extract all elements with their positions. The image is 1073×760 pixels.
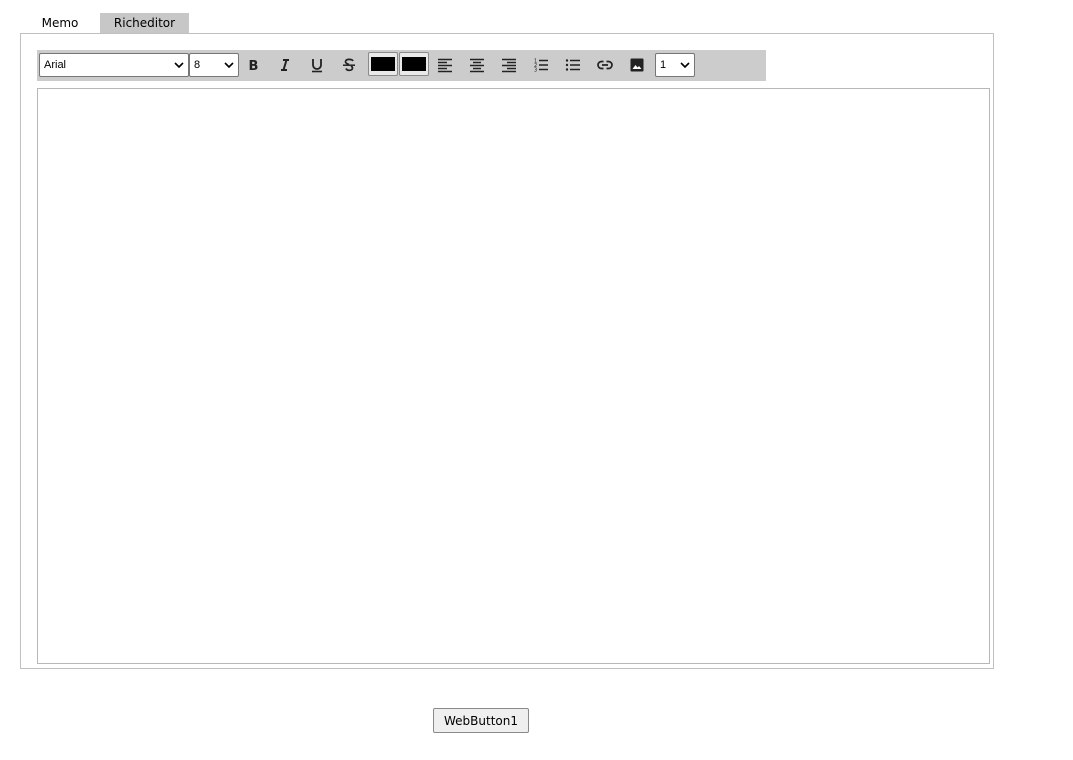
heading-level-select[interactable]: 1 bbox=[655, 53, 695, 77]
italic-icon bbox=[281, 59, 289, 71]
image-button[interactable] bbox=[624, 53, 650, 77]
ordered-list-button[interactable]: 123 bbox=[528, 53, 554, 77]
chevron-down-icon bbox=[224, 62, 234, 69]
text-color-swatch bbox=[371, 57, 395, 71]
font-size-value: 8 bbox=[194, 59, 201, 71]
strikethrough-button[interactable] bbox=[336, 53, 362, 77]
editor-toolbar: Arial 8 B 123 1 bbox=[37, 50, 766, 81]
align-right-icon bbox=[502, 58, 516, 73]
italic-button[interactable] bbox=[272, 53, 298, 77]
unordered-list-button[interactable] bbox=[560, 53, 586, 77]
heading-level-value: 1 bbox=[660, 59, 667, 71]
image-icon bbox=[630, 58, 644, 72]
tab-richeditor[interactable]: Richeditor bbox=[100, 13, 189, 34]
web-button-1[interactable]: WebButton1 bbox=[433, 708, 529, 733]
bold-icon: B bbox=[249, 59, 259, 73]
underline-button[interactable] bbox=[304, 53, 330, 77]
tab-memo[interactable]: Memo bbox=[20, 13, 100, 34]
strikethrough-icon bbox=[343, 58, 355, 72]
unordered-list-icon bbox=[565, 59, 580, 71]
align-center-icon bbox=[470, 58, 484, 73]
font-size-select[interactable]: 8 bbox=[189, 53, 239, 77]
align-center-button[interactable] bbox=[464, 53, 490, 77]
font-family-value: Arial bbox=[44, 59, 67, 71]
background-color-button[interactable] bbox=[399, 52, 429, 76]
link-icon bbox=[597, 60, 613, 70]
align-right-button[interactable] bbox=[496, 53, 522, 77]
link-button[interactable] bbox=[592, 53, 618, 77]
chevron-down-icon bbox=[680, 62, 690, 69]
svg-text:3: 3 bbox=[534, 68, 537, 74]
bold-button[interactable]: B bbox=[240, 53, 266, 77]
align-left-icon bbox=[438, 58, 452, 73]
rich-text-editor[interactable] bbox=[37, 88, 990, 664]
align-left-button[interactable] bbox=[432, 53, 458, 77]
text-color-button[interactable] bbox=[368, 52, 398, 76]
underline-icon bbox=[312, 59, 322, 73]
svg-text:B: B bbox=[249, 59, 259, 73]
chevron-down-icon bbox=[174, 62, 184, 69]
background-color-swatch bbox=[402, 57, 426, 71]
font-family-select[interactable]: Arial bbox=[39, 53, 189, 77]
ordered-list-icon: 123 bbox=[534, 59, 548, 74]
